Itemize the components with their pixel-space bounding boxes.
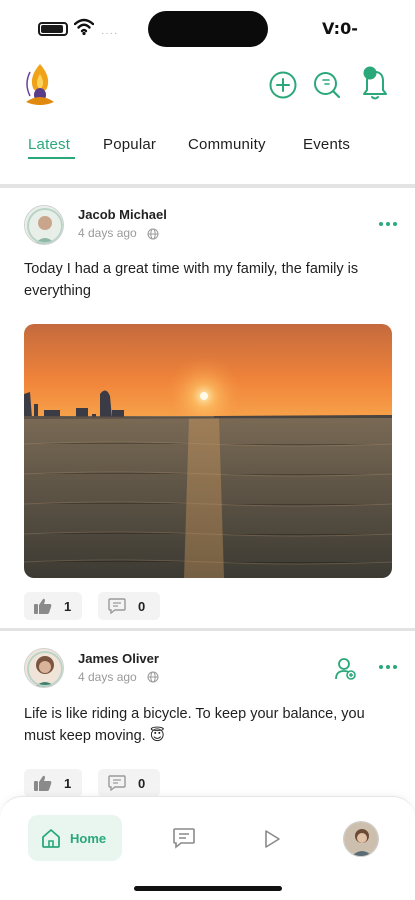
globe-icon — [147, 671, 159, 683]
tab-popular[interactable]: Popular — [103, 136, 156, 153]
bell-icon[interactable] — [358, 64, 392, 102]
post-author[interactable]: Jacob Michael — [78, 207, 167, 222]
signal-icon: ···· — [101, 28, 119, 39]
like-count: 1 — [64, 598, 72, 614]
comment-icon — [108, 598, 126, 614]
nav-home-label: Home — [70, 830, 107, 846]
search-icon[interactable] — [312, 70, 342, 100]
post-time: 4 days ago — [78, 670, 137, 684]
avatar-image — [25, 206, 63, 244]
status-bar: ···· V:0- — [0, 0, 415, 56]
post-author[interactable]: James Oliver — [78, 651, 159, 666]
post-time: 4 days ago — [78, 226, 137, 240]
avatar-image — [25, 649, 63, 687]
feed-tabs: Latest Popular Community Events — [0, 130, 415, 170]
like-button[interactable]: 1 — [24, 592, 82, 620]
brand-logo[interactable] — [20, 62, 60, 110]
more-dots-icon[interactable] — [379, 222, 397, 228]
status-time: V:0- — [322, 19, 358, 38]
comment-count: 0 — [138, 775, 146, 791]
plus-circle-icon[interactable] — [268, 70, 298, 100]
post-card: Jacob Michael 4 days ago Today I had a g… — [0, 188, 415, 628]
avatar[interactable] — [24, 205, 64, 245]
add-user-icon[interactable] — [334, 657, 356, 681]
battery-icon — [38, 22, 68, 36]
chat-icon[interactable] — [172, 827, 196, 849]
post-image[interactable] — [24, 324, 392, 578]
avatar[interactable] — [24, 648, 64, 688]
thumbs-up-icon — [34, 775, 52, 791]
globe-icon — [147, 228, 159, 240]
comment-button[interactable]: 0 — [98, 769, 160, 797]
home-icon — [42, 829, 60, 848]
avatar-image — [344, 822, 378, 856]
nav-home-button[interactable]: Home — [28, 815, 122, 861]
more-dots-icon[interactable] — [379, 665, 397, 671]
tab-events[interactable]: Events — [303, 136, 350, 153]
comment-icon — [108, 775, 126, 791]
tab-latest[interactable]: Latest — [28, 136, 70, 153]
profile-avatar[interactable] — [343, 821, 379, 857]
bottom-nav: Home — [0, 796, 415, 900]
tab-community[interactable]: Community — [188, 136, 266, 153]
home-indicator — [134, 886, 282, 891]
dynamic-island — [148, 11, 268, 47]
wifi-icon — [74, 18, 94, 36]
app-header — [0, 58, 415, 114]
active-tab-indicator — [28, 157, 75, 159]
like-count: 1 — [64, 775, 72, 791]
thumbs-up-icon — [34, 598, 52, 614]
comment-count: 0 — [138, 598, 146, 614]
post-text: Life is like riding a bicycle. To keep y… — [24, 706, 365, 744]
comment-button[interactable]: 0 — [98, 592, 160, 620]
post-text: Today I had a great time with my family,… — [24, 261, 359, 299]
post-card: James Oliver 4 days ago Life is like rid… — [0, 631, 415, 801]
like-button[interactable]: 1 — [24, 769, 82, 797]
play-icon[interactable] — [262, 829, 282, 849]
